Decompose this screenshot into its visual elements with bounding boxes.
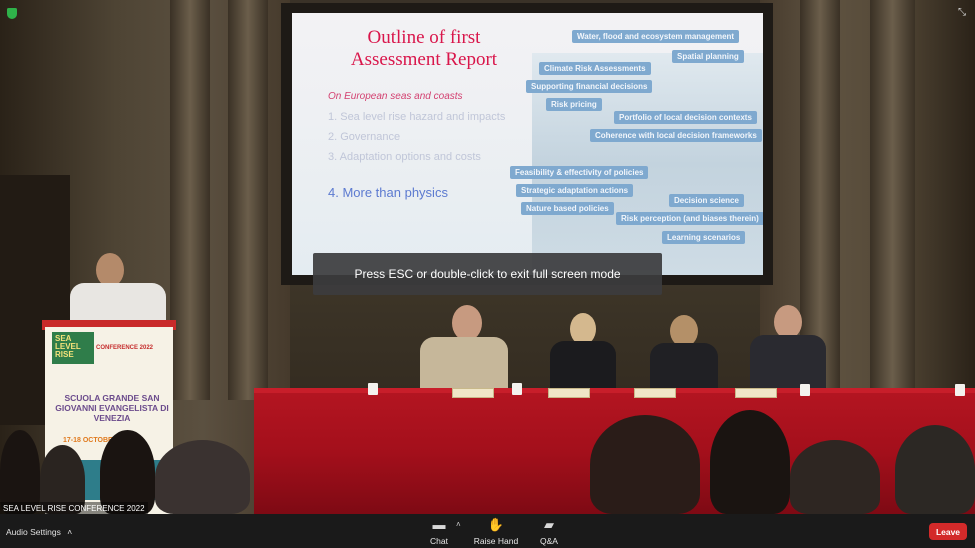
cup — [955, 384, 965, 396]
panelist-head — [452, 305, 482, 341]
audio-settings-button[interactable]: Audio Settings ˄ — [6, 527, 72, 537]
audience-member — [790, 440, 880, 514]
panelist-body — [550, 341, 616, 393]
podium-logo: SEA LEVEL RISE — [52, 332, 94, 364]
slide-line-3: 3. Adaptation options and costs — [328, 151, 481, 163]
slide-chip: Portfolio of local decision contexts — [614, 111, 757, 124]
slide-chip: Water, flood and ecosystem management — [572, 30, 740, 43]
podium-venue: SCUOLA GRANDE SAN GIOVANNI EVANGELISTA D… — [55, 393, 169, 423]
qa-bubbles-icon: ▰ — [544, 517, 554, 532]
slide-subtitle: On European seas and coasts — [328, 91, 463, 102]
video-caption: SEA LEVEL RISE CONFERENCE 2022 — [0, 502, 148, 514]
cup — [368, 383, 378, 395]
column — [870, 0, 915, 400]
panelist-head — [774, 305, 802, 339]
slide-chip: Climate Risk Assessments — [539, 62, 651, 75]
slide-chip: Nature based policies — [521, 202, 614, 215]
nameplate — [735, 388, 777, 398]
slide-line-2: 2. Governance — [328, 131, 401, 143]
chat-label: Chat — [430, 536, 448, 546]
slide-chip: Risk pricing — [546, 98, 602, 111]
slide-highlight: 4. More than physics — [328, 185, 448, 200]
panelist-body — [420, 337, 508, 395]
slide-chip: Risk perception (and biases therein) — [616, 212, 763, 225]
nameplate — [452, 388, 494, 398]
video-feed[interactable]: Outline of first Assessment Report On Eu… — [0, 0, 975, 514]
shield-icon[interactable] — [7, 8, 17, 19]
speaker-head — [96, 253, 124, 287]
leave-button[interactable]: Leave — [929, 523, 967, 540]
raise-hand-label: Raise Hand — [473, 536, 519, 546]
column — [228, 0, 268, 400]
panelist-body — [750, 335, 826, 395]
meeting-toolbar: Audio Settings ˄ ▬ Chat ˄ ✋ Raise Hand ▰… — [0, 514, 975, 548]
slide-chip: Supporting financial decisions — [526, 80, 653, 93]
projection-screen: Outline of first Assessment Report On Eu… — [292, 13, 763, 275]
audience-member — [895, 425, 975, 514]
qa-button[interactable]: ▰ Q&A — [526, 517, 572, 546]
slide-line-1: 1. Sea level rise hazard and impacts — [328, 111, 506, 123]
slide-chip: Decision science — [669, 194, 744, 207]
hand-icon: ✋ — [487, 517, 505, 532]
slide-chip: Learning scenarios — [662, 231, 746, 244]
nameplate — [634, 388, 676, 398]
cup — [512, 383, 522, 395]
nameplate — [548, 388, 590, 398]
speaker-body — [70, 283, 166, 323]
exit-fullscreen-icon[interactable]: ⤡ — [956, 7, 968, 19]
chevron-up-icon: ˄ — [67, 527, 73, 537]
slide-title: Outline of first Assessment Report — [314, 27, 534, 71]
column — [170, 0, 210, 400]
audience-member — [590, 415, 700, 514]
qa-label: Q&A — [540, 536, 558, 546]
cup — [800, 384, 810, 396]
slide-chip: Strategic adaptation actions — [516, 184, 634, 197]
slide-title-line2: Assessment Report — [350, 49, 498, 70]
podium-conference: CONFERENCE 2022 — [96, 345, 154, 351]
chat-options-chevron-icon[interactable]: ˄ — [456, 520, 461, 529]
raise-hand-button[interactable]: ✋ Raise Hand — [473, 517, 519, 546]
fullscreen-exit-banner[interactable]: Press ESC or double-click to exit full s… — [313, 253, 662, 295]
slide-title-line1: Outline of first — [367, 27, 481, 48]
audience-member — [710, 410, 790, 514]
slide-chip: Coherence with local decision frameworks — [590, 129, 762, 142]
slide-chip: Feasibility & effectivity of policies — [510, 166, 649, 179]
audio-settings-label: Audio Settings — [6, 527, 61, 537]
audience-member — [155, 440, 250, 514]
slide-chip: Spatial planning — [672, 50, 744, 63]
